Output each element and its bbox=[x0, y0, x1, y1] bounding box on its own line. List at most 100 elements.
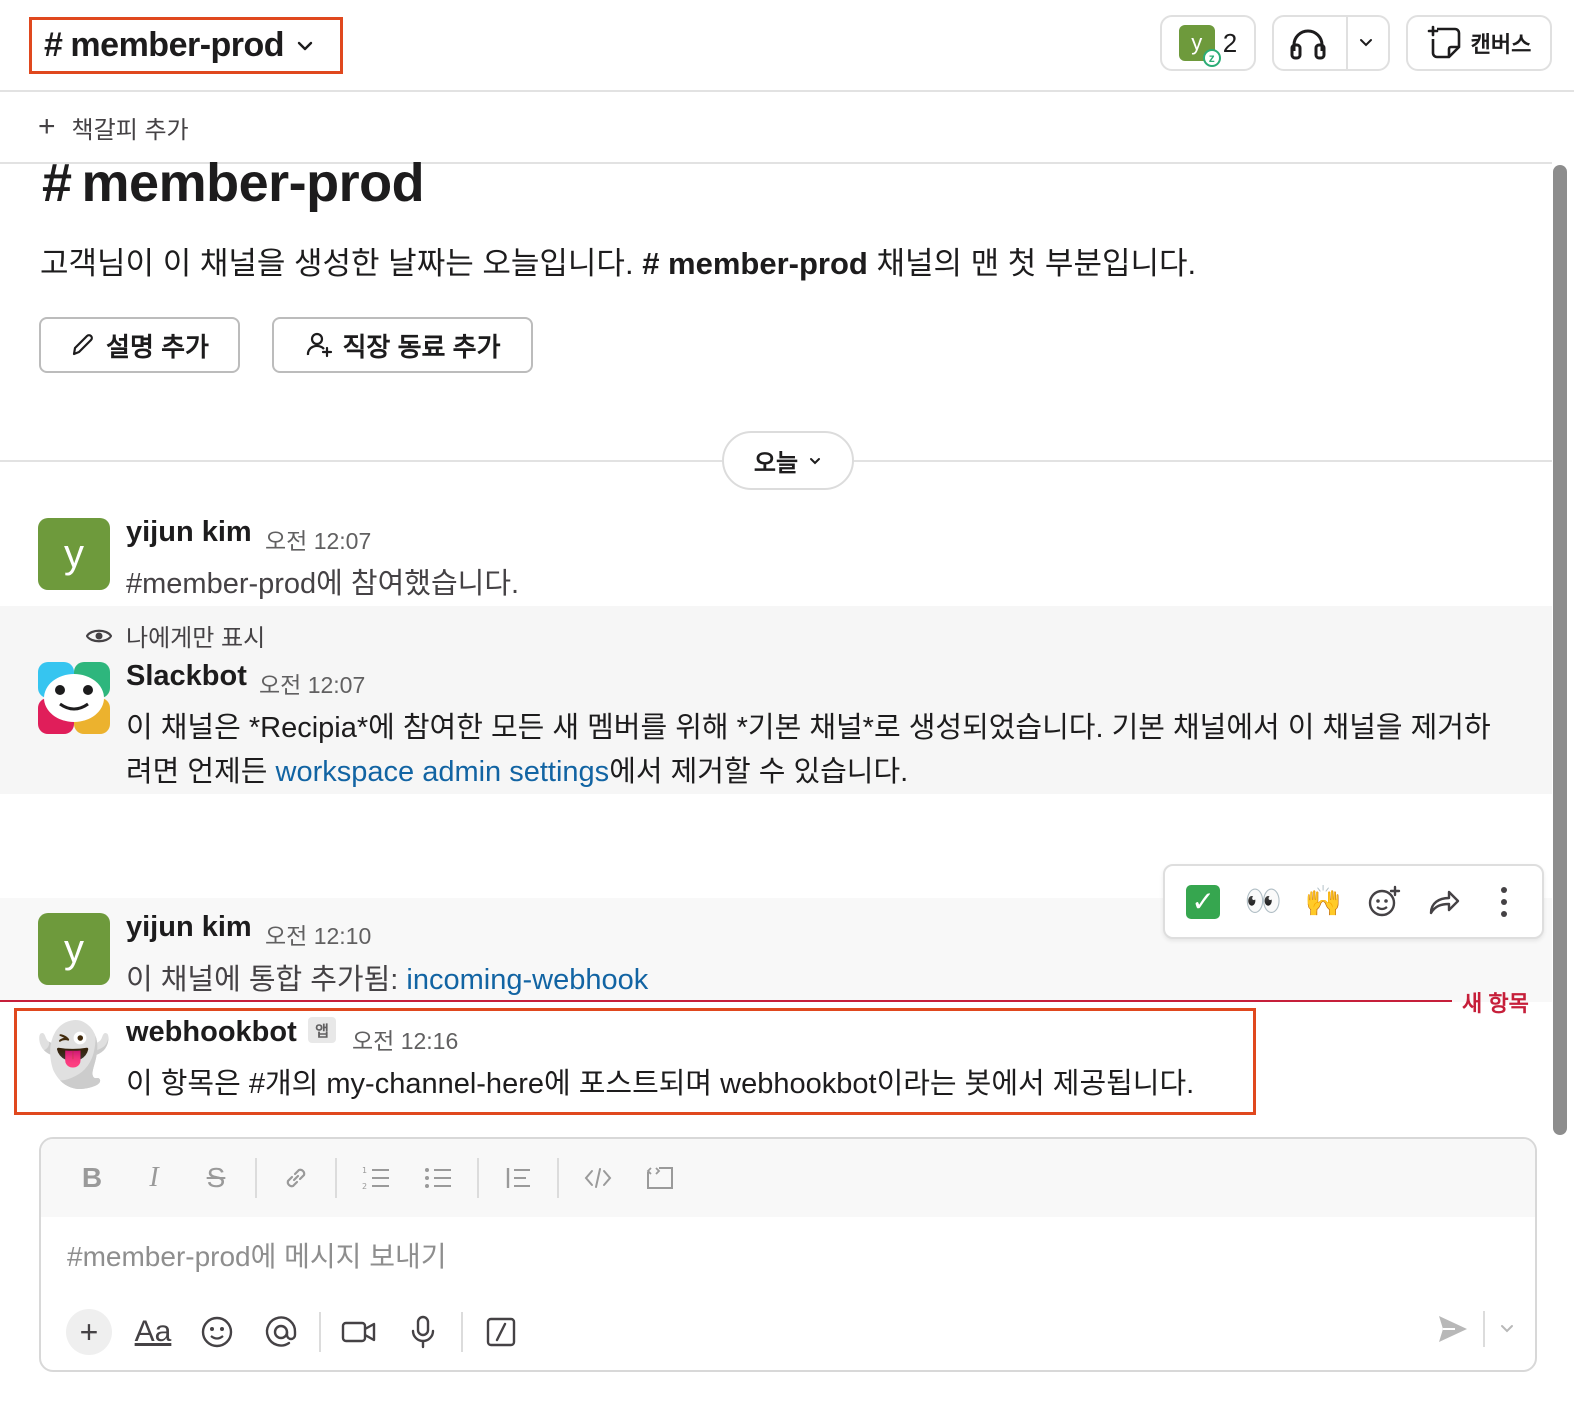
message-author[interactable]: yijun kim bbox=[126, 911, 252, 944]
toolbar-separator bbox=[255, 1158, 257, 1198]
send-separator bbox=[1483, 1311, 1485, 1347]
chevron-down-icon[interactable] bbox=[1499, 1321, 1515, 1337]
plus-icon: + bbox=[66, 1309, 112, 1355]
code-block-icon bbox=[646, 1167, 673, 1189]
chevron-down-icon[interactable] bbox=[1358, 35, 1374, 51]
intro-description: 고객님이 이 채널을 생성한 날짜는 오늘입니다. # member-prod … bbox=[40, 238, 1196, 283]
composer-separator bbox=[461, 1312, 463, 1352]
message-timestamp[interactable]: 오전 12:07 bbox=[259, 666, 365, 700]
ghost-avatar[interactable]: 👻 bbox=[37, 1018, 112, 1090]
text-format-icon: Aa bbox=[134, 1315, 172, 1348]
video-clip-button[interactable] bbox=[327, 1308, 391, 1356]
message-text: #member-prod에 참여했습니다. bbox=[126, 568, 520, 600]
headphones-icon bbox=[1290, 29, 1326, 60]
strikethrough-button[interactable]: S bbox=[185, 1153, 247, 1203]
away-status-icon: z bbox=[1202, 49, 1221, 67]
eyes-icon: 👀 bbox=[1244, 885, 1282, 918]
ordered-list-icon: 12 bbox=[362, 1166, 389, 1191]
intro-channel-title: # member-prod bbox=[42, 152, 425, 214]
message-input[interactable]: #member-prod에 메시지 보내기 bbox=[67, 1235, 447, 1275]
blockquote-button[interactable] bbox=[487, 1153, 549, 1203]
avatar-letter: y bbox=[64, 531, 84, 576]
react-check-button[interactable]: ✓ bbox=[1179, 878, 1227, 926]
canvas-button[interactable]: 캔버스 bbox=[1406, 15, 1552, 71]
attach-button[interactable]: + bbox=[57, 1308, 121, 1356]
video-camera-icon bbox=[341, 1321, 376, 1343]
send-controls bbox=[1437, 1311, 1515, 1347]
avatar-letter: y bbox=[64, 926, 84, 971]
message-text-line: 이 채널은 *Recipia*에 참여한 모든 새 멤버를 위해 *기본 채널*… bbox=[126, 712, 1491, 744]
bulleted-list-button[interactable] bbox=[407, 1153, 469, 1203]
composer-separator bbox=[319, 1312, 321, 1352]
message-author[interactable]: yijun kim bbox=[126, 516, 252, 549]
date-divider-label: 오늘 bbox=[753, 450, 799, 477]
code-button[interactable] bbox=[567, 1153, 629, 1203]
message-timestamp[interactable]: 오전 12:10 bbox=[265, 917, 371, 951]
channel-title-button[interactable]: # member-prod bbox=[29, 17, 343, 74]
message-author[interactable]: Slackbot bbox=[126, 660, 247, 693]
toolbar-separator bbox=[335, 1158, 337, 1198]
message-author[interactable]: webhookbot bbox=[126, 1016, 297, 1049]
scrollbar[interactable] bbox=[1553, 165, 1567, 1135]
check-mark-icon: ✓ bbox=[1186, 884, 1221, 919]
add-bookmark-button[interactable]: + 책갈피 추가 bbox=[38, 110, 189, 145]
link-button[interactable] bbox=[265, 1153, 327, 1203]
avatar[interactable]: y bbox=[38, 518, 110, 590]
canvas-add-icon bbox=[1427, 25, 1460, 59]
italic-button[interactable]: I bbox=[123, 1153, 185, 1203]
ordered-list-button[interactable]: 12 bbox=[345, 1153, 407, 1203]
canvas-label: 캔버스 bbox=[1470, 32, 1532, 57]
microphone-icon bbox=[411, 1315, 435, 1349]
forward-button[interactable] bbox=[1420, 878, 1468, 926]
audio-clip-button[interactable] bbox=[391, 1308, 455, 1356]
avatar[interactable]: y bbox=[38, 913, 110, 985]
message-text-suffix: 에서 제거할 수 있습니다. bbox=[609, 756, 909, 788]
message-timestamp[interactable]: 오전 12:16 bbox=[352, 1022, 458, 1056]
integration-link[interactable]: incoming-webhook bbox=[406, 964, 648, 996]
add-coworker-button[interactable]: 직장 동료 추가 bbox=[272, 317, 533, 373]
code-icon bbox=[584, 1168, 612, 1188]
toolbar-separator bbox=[557, 1158, 559, 1198]
member-count: 2 bbox=[1222, 27, 1238, 58]
huddle-separator bbox=[1346, 15, 1348, 71]
react-raised-hands-button[interactable]: 🙌 bbox=[1299, 878, 1347, 926]
hash-icon: # bbox=[42, 153, 72, 213]
react-eyes-button[interactable]: 👀 bbox=[1239, 878, 1287, 926]
raised-hands-icon: 🙌 bbox=[1304, 885, 1343, 918]
bold-button[interactable]: B bbox=[61, 1153, 123, 1203]
forward-arrow-icon bbox=[1429, 890, 1459, 914]
code-block-button[interactable] bbox=[629, 1153, 691, 1203]
plus-icon: + bbox=[38, 110, 56, 143]
message-text-prefix: 이 채널에 통합 추가됨: bbox=[126, 964, 407, 996]
mention-button[interactable] bbox=[249, 1308, 313, 1356]
send-icon[interactable] bbox=[1437, 1314, 1469, 1344]
composer-actions: + Aa bbox=[57, 1307, 533, 1357]
italic-icon: I bbox=[149, 1162, 159, 1193]
link-icon bbox=[286, 1168, 306, 1188]
slackbot-avatar[interactable] bbox=[38, 662, 110, 734]
more-actions-button[interactable] bbox=[1480, 878, 1528, 926]
app-badge: 앱 bbox=[308, 1017, 336, 1043]
text-formatting-button[interactable]: Aa bbox=[121, 1308, 185, 1356]
intro-desc-suffix: 채널의 맨 첫 부분입니다. bbox=[876, 246, 1197, 281]
add-coworker-label: 직장 동료 추가 bbox=[342, 331, 501, 362]
member-avatar: y z bbox=[1178, 25, 1221, 67]
emoji-icon bbox=[201, 1316, 233, 1348]
channel-header: # member-prod y z 2 캔버스 bbox=[0, 0, 1574, 92]
shortcuts-button[interactable] bbox=[469, 1308, 533, 1356]
message-timestamp[interactable]: 오전 12:07 bbox=[265, 522, 371, 556]
add-reaction-button[interactable] bbox=[1360, 878, 1408, 926]
blockquote-icon bbox=[506, 1168, 530, 1188]
date-divider-button[interactable]: 오늘 bbox=[722, 431, 854, 490]
formatting-toolbar: B I S 12 bbox=[41, 1139, 1535, 1217]
add-description-button[interactable]: 설명 추가 bbox=[39, 317, 240, 373]
emoji-button[interactable] bbox=[185, 1308, 249, 1356]
huddle-button[interactable] bbox=[1272, 15, 1390, 71]
svg-text:1: 1 bbox=[362, 1166, 367, 1175]
intro-desc-channel[interactable]: # member-prod bbox=[642, 246, 868, 281]
channel-name: member-prod bbox=[70, 26, 285, 64]
chevron-down-icon bbox=[810, 457, 821, 464]
admin-settings-link[interactable]: workspace admin settings bbox=[276, 756, 610, 788]
members-button[interactable]: y z 2 bbox=[1160, 15, 1256, 71]
at-sign-icon bbox=[265, 1316, 297, 1347]
